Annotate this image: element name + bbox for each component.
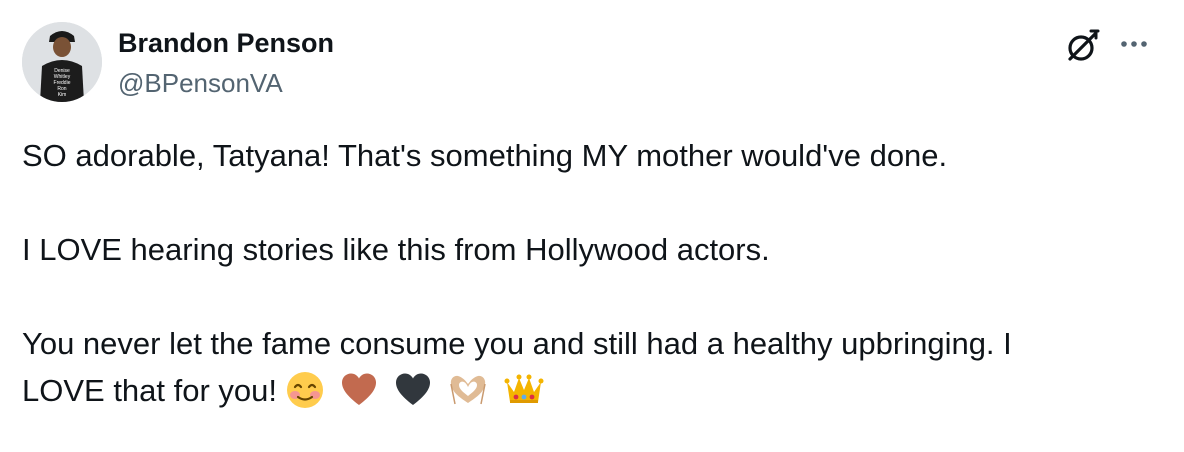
more-options-icon[interactable] <box>1116 30 1152 58</box>
tweet-line: LOVE that for you! <box>22 373 278 408</box>
author-display-name[interactable]: Brandon Penson <box>118 26 334 60</box>
tweet-card: Denise Whitley Freddie Ron Kim Brandon P… <box>0 0 1184 452</box>
tweet-line-with-emojis: LOVE that for you! <box>22 367 1162 414</box>
avatar-shirt-line: Kim <box>58 92 67 98</box>
author-handle[interactable]: @BPensonVA <box>118 66 283 100</box>
crown-emoji <box>504 374 544 403</box>
tweet-text: SO adorable, Tatyana! That's something M… <box>22 132 1162 414</box>
black-heart-emoji <box>396 373 431 405</box>
brown-heart-emoji <box>342 373 377 405</box>
tweet-line: SO adorable, Tatyana! That's something M… <box>22 138 948 173</box>
smiling-face-with-blush-emoji <box>287 371 324 408</box>
grok-icon[interactable] <box>1062 26 1102 66</box>
tweet-line: You never let the fame consume you and s… <box>22 326 1012 361</box>
tweet-line: I LOVE hearing stories like this from Ho… <box>22 232 770 267</box>
heart-hands-emoji <box>450 375 486 404</box>
emoji-group <box>285 370 545 410</box>
avatar[interactable]: Denise Whitley Freddie Ron Kim <box>22 22 102 102</box>
